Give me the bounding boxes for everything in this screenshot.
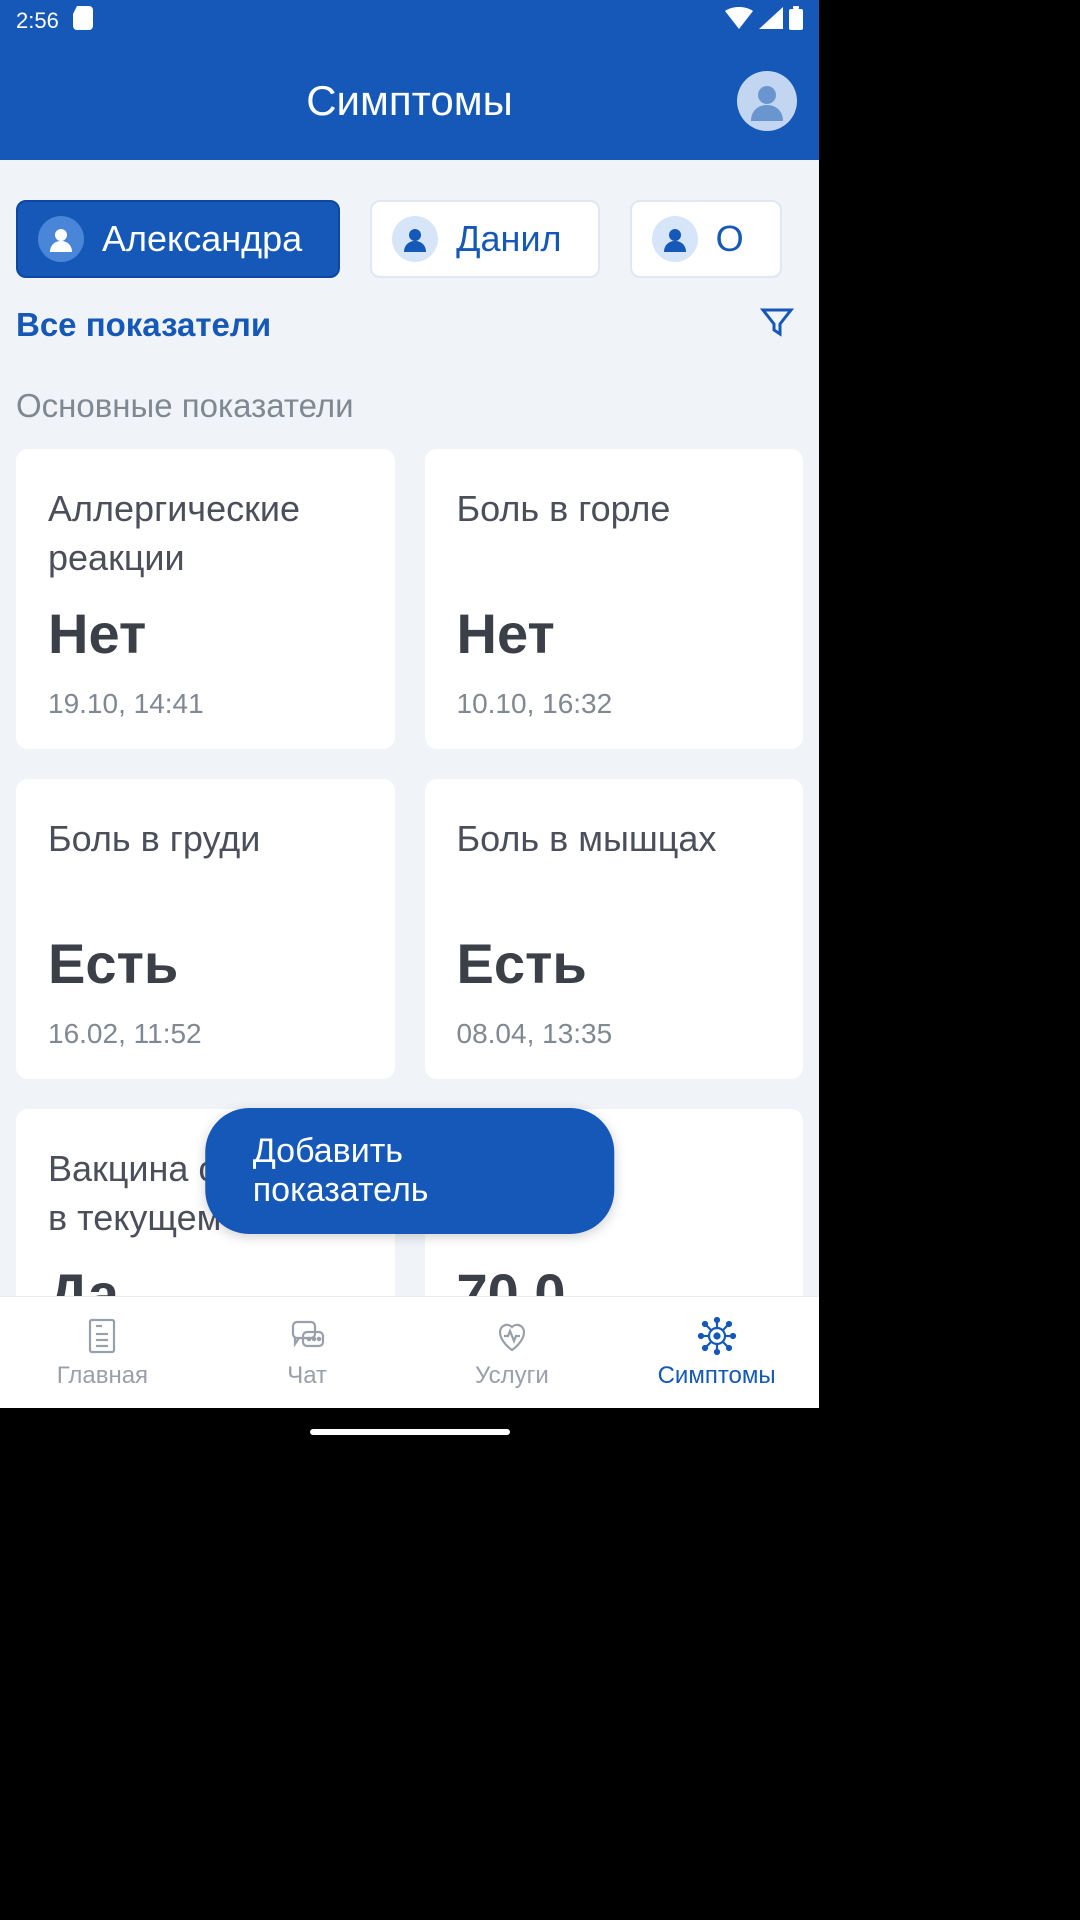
sd-card-icon bbox=[73, 6, 93, 36]
wifi-icon bbox=[725, 7, 753, 35]
indicator-value: 70.0 bbox=[457, 1261, 772, 1296]
indicator-date: 10.10, 16:32 bbox=[457, 688, 772, 720]
page-title: Симптомы bbox=[306, 77, 513, 125]
profile-chip-avatar-icon bbox=[392, 216, 438, 262]
indicator-value: Есть bbox=[48, 931, 363, 996]
profile-chip-active[interactable]: Александра bbox=[16, 200, 340, 278]
profile-chip-label: Данил bbox=[456, 218, 561, 260]
indicator-date: 19.10, 14:41 bbox=[48, 688, 363, 720]
indicator-value: Нет bbox=[457, 601, 772, 666]
profile-chip-avatar-icon bbox=[652, 216, 698, 262]
all-indicators-label[interactable]: Все показатели bbox=[16, 306, 271, 344]
profile-chip-label: О bbox=[716, 218, 744, 260]
nav-chat[interactable]: Чат bbox=[205, 1297, 410, 1408]
indicator-value: Нет bbox=[48, 601, 363, 666]
filter-row: Все показатели bbox=[16, 294, 803, 353]
indicator-card[interactable]: Боль в мышцах Есть 08.04, 13:35 bbox=[425, 779, 804, 1079]
indicator-card[interactable]: Боль в груди Есть 16.02, 11:52 bbox=[16, 779, 395, 1079]
signal-icon bbox=[759, 7, 783, 35]
battery-icon bbox=[789, 6, 803, 36]
nav-label: Услуги bbox=[475, 1362, 549, 1390]
main-content: Александра Данил О Все показатели Основн… bbox=[0, 160, 819, 1296]
virus-icon bbox=[697, 1316, 737, 1356]
status-time: 2:56 bbox=[16, 8, 59, 34]
indicator-card[interactable]: Аллергические реакции Нет 19.10, 14:41 bbox=[16, 449, 395, 749]
profile-chip-avatar-icon bbox=[38, 216, 84, 262]
indicator-date: 16.02, 11:52 bbox=[48, 1018, 363, 1050]
indicator-value: Да bbox=[48, 1261, 363, 1296]
indicator-title: Боль в груди bbox=[48, 815, 363, 917]
section-title: Основные показатели bbox=[16, 353, 803, 449]
indicator-title: Боль в горле bbox=[457, 485, 772, 587]
nav-label: Симптомы bbox=[658, 1362, 776, 1390]
bottom-navigation: Главная Чат Услуги Симптомы bbox=[0, 1296, 819, 1408]
nav-symptoms[interactable]: Симптомы bbox=[614, 1297, 819, 1408]
filter-button[interactable] bbox=[759, 304, 795, 345]
profile-chip-label: Александра bbox=[102, 218, 302, 260]
home-bar[interactable] bbox=[310, 1429, 510, 1435]
indicator-value: Есть bbox=[457, 931, 772, 996]
indicator-title: Аллергические реакции bbox=[48, 485, 363, 587]
nav-home[interactable]: Главная bbox=[0, 1297, 205, 1408]
document-icon bbox=[82, 1316, 122, 1356]
add-indicator-button[interactable]: Добавить показатель bbox=[205, 1108, 615, 1234]
profile-selector[interactable]: Александра Данил О bbox=[16, 160, 803, 294]
indicator-date: 08.04, 13:35 bbox=[457, 1018, 772, 1050]
indicator-card[interactable]: Боль в горле Нет 10.10, 16:32 bbox=[425, 449, 804, 749]
profile-chip[interactable]: О bbox=[630, 200, 782, 278]
indicator-title: Боль в мышцах bbox=[457, 815, 772, 917]
heart-pulse-icon bbox=[492, 1316, 532, 1356]
user-icon bbox=[743, 77, 791, 125]
profile-avatar-button[interactable] bbox=[737, 71, 797, 131]
nav-label: Чат bbox=[287, 1362, 327, 1390]
app-header: Симптомы bbox=[0, 42, 819, 160]
chat-icon bbox=[287, 1316, 327, 1356]
profile-chip[interactable]: Данил bbox=[370, 200, 599, 278]
nav-label: Главная bbox=[57, 1362, 148, 1390]
nav-services[interactable]: Услуги bbox=[410, 1297, 615, 1408]
fab-label: Добавить показатель bbox=[253, 1132, 429, 1209]
system-home-indicator bbox=[0, 1408, 819, 1456]
status-bar: 2:56 bbox=[0, 0, 819, 42]
